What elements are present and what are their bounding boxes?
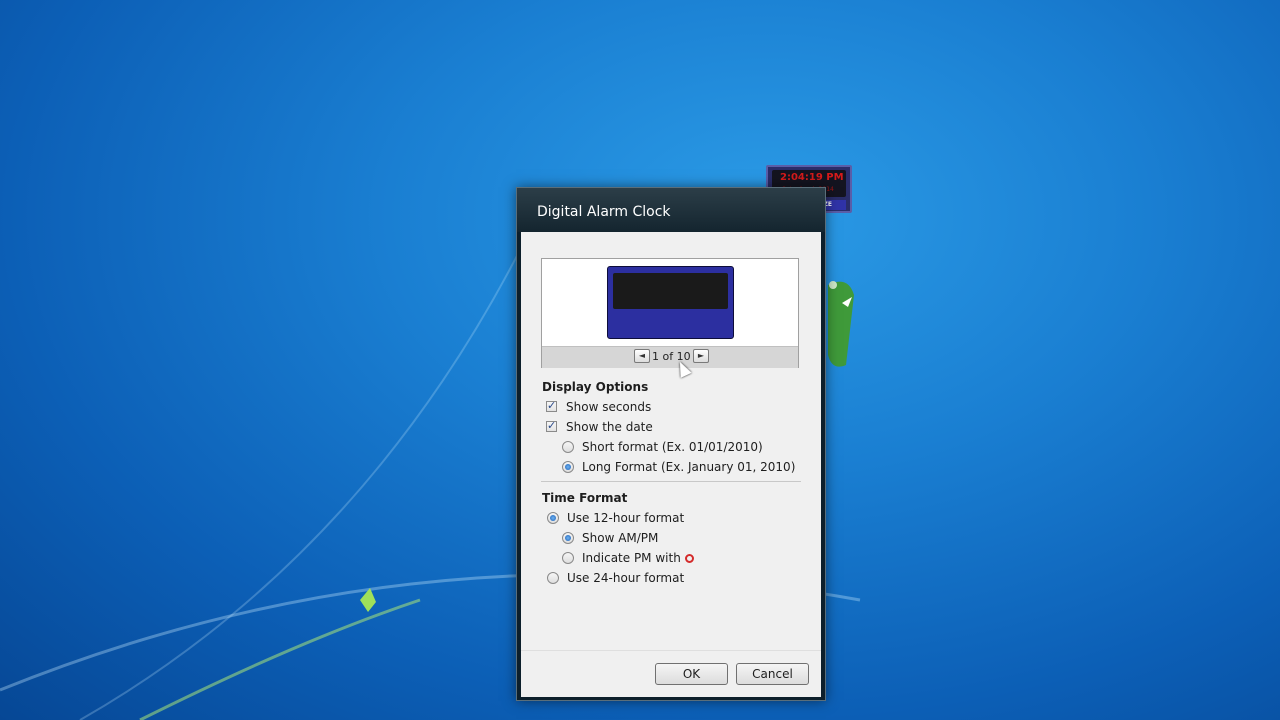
long-format-label: Long Format (Ex. January 01, 2010) [582,460,796,474]
pm-indicator-icon [684,554,694,563]
show-seconds-checkbox[interactable]: Show seconds [546,399,696,416]
dialog-footer: OK Cancel [521,650,821,697]
show-date-checkbox[interactable]: Show the date [546,419,696,436]
skin-navigator: ◄ 1 of 10 ► [542,346,798,368]
radio-checked-icon [547,512,559,524]
skin-preview-screen [613,273,728,309]
time-format-heading: Time Format [542,491,628,505]
previous-skin-button[interactable]: ◄ [634,349,650,363]
indicate-pm-radio[interactable]: Indicate PM with [562,551,762,567]
use-24-hour-radio[interactable]: Use 24-hour format [547,571,747,587]
checkbox-checked-icon [546,419,557,432]
indicate-pm-text: Indicate PM with [582,551,681,565]
indicate-pm-label: Indicate PM with [582,551,694,565]
show-seconds-label: Show seconds [566,400,652,414]
dialog-titlebar: Digital Alarm Clock [517,188,825,232]
radio-checked-icon [562,461,574,473]
checkbox-checked-icon [546,399,557,412]
radio-unchecked-icon [562,441,574,453]
cancel-button[interactable]: Cancel [736,663,809,685]
long-format-radio[interactable]: Long Format (Ex. January 01, 2010) [562,460,796,476]
gadget-time: 2:04:19 PM [780,172,844,183]
gadget-options-dialog: Digital Alarm Clock ◄ 1 of 10 ► Display … [516,187,826,701]
green-gadget-icon [828,281,854,367]
show-ampm-label: Show AM/PM [582,531,659,545]
radio-checked-icon [562,532,574,544]
skin-preview: ◄ 1 of 10 ► [541,258,799,368]
radio-unchecked-icon [547,572,559,584]
next-skin-button[interactable]: ► [693,349,709,363]
use-24-hour-label: Use 24-hour format [567,571,685,585]
show-ampm-radio[interactable]: Show AM/PM [562,531,762,547]
ok-button[interactable]: OK [655,663,728,685]
radio-unchecked-icon [562,552,574,564]
dialog-body: ◄ 1 of 10 ► Display Options Show seconds… [521,232,821,650]
skin-preview-image [607,266,734,339]
dialog-title: Digital Alarm Clock [537,204,671,220]
use-12-hour-radio[interactable]: Use 12-hour format [547,511,747,527]
short-format-radio[interactable]: Short format (Ex. 01/01/2010) [562,440,792,456]
show-date-label: Show the date [566,420,653,434]
short-format-label: Short format (Ex. 01/01/2010) [582,440,763,454]
section-divider [541,481,801,482]
display-options-heading: Display Options [542,380,649,394]
use-12-hour-label: Use 12-hour format [567,511,685,525]
